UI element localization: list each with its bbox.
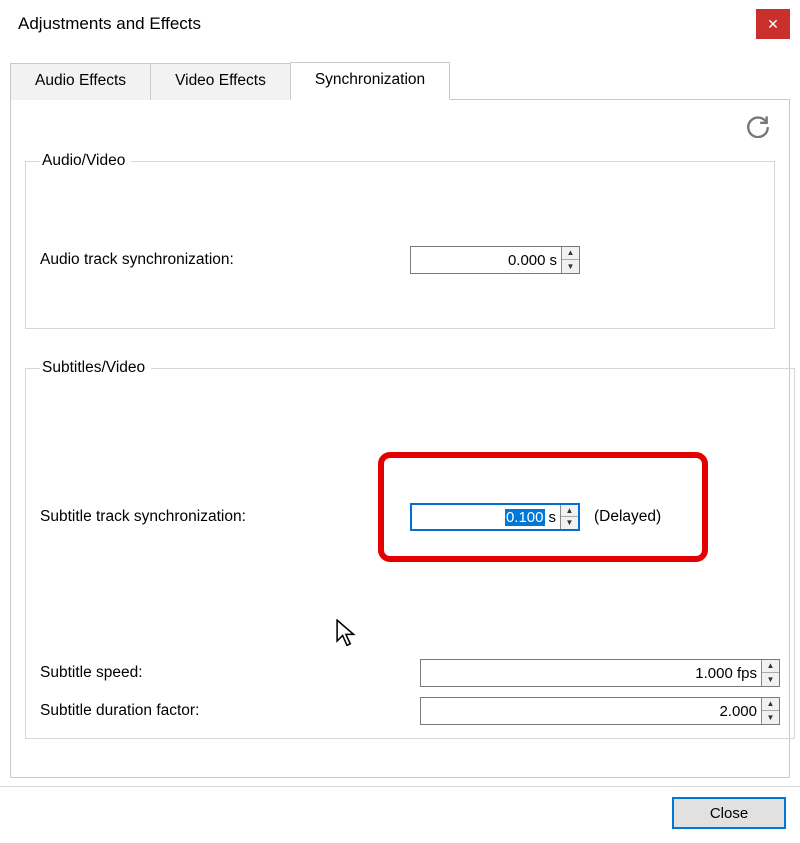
label-subtitle-track-sync: Subtitle track synchronization:	[40, 508, 410, 526]
row-subtitle-duration: Subtitle duration factor: 2.000 ▲ ▼	[40, 697, 780, 725]
spinner-value[interactable]: 0.100	[412, 505, 547, 529]
group-subtitles-video: Subtitles/Video Subtitle track synchroni…	[25, 359, 795, 739]
spinner-down-icon[interactable]: ▼	[561, 517, 578, 529]
spinner-down-icon[interactable]: ▼	[562, 260, 579, 273]
row-audio-track-sync: Audio track synchronization: 0.000 s ▲ ▼	[40, 246, 760, 274]
row-subtitle-track-sync: Subtitle track synchronization: 0.100 s …	[40, 503, 780, 531]
window-close-button[interactable]: ✕	[756, 9, 790, 39]
row-subtitle-speed: Subtitle speed: 1.000 fps ▲ ▼	[40, 659, 780, 687]
spinner-down-icon[interactable]: ▼	[762, 711, 779, 724]
spinner-value[interactable]: 0.000	[411, 247, 548, 273]
cursor-icon	[336, 619, 358, 647]
label-subtitle-speed: Subtitle speed:	[40, 664, 420, 682]
spinner-buttons: ▲ ▼	[560, 505, 578, 529]
spinner-audio-track-sync[interactable]: 0.000 s ▲ ▼	[410, 246, 580, 274]
spinner-subtitle-duration[interactable]: 2.000 ▲ ▼	[420, 697, 780, 725]
spinner-value[interactable]: 2.000	[421, 698, 761, 724]
spinner-down-icon[interactable]: ▼	[762, 673, 779, 686]
legend-audio-video: Audio/Video	[40, 152, 131, 170]
spinner-value[interactable]: 1.000 fps	[421, 660, 761, 686]
sync-panel: Audio/Video Audio track synchronization:…	[10, 100, 790, 778]
status-delayed: (Delayed)	[594, 508, 661, 526]
title-bar: Adjustments and Effects ✕	[0, 0, 800, 49]
spinner-subtitle-speed[interactable]: 1.000 fps ▲ ▼	[420, 659, 780, 687]
tab-video-effects[interactable]: Video Effects	[150, 63, 291, 100]
group-audio-video: Audio/Video Audio track synchronization:…	[25, 152, 775, 329]
label-audio-track-sync: Audio track synchronization:	[40, 251, 410, 269]
tab-bar: Audio Effects Video Effects Synchronizat…	[10, 61, 790, 100]
spinner-buttons: ▲ ▼	[761, 698, 779, 724]
close-button[interactable]: Close	[672, 797, 786, 829]
spinner-buttons: ▲ ▼	[761, 660, 779, 686]
spinner-up-icon[interactable]: ▲	[762, 698, 779, 711]
spinner-up-icon[interactable]: ▲	[561, 505, 578, 517]
tab-audio-effects[interactable]: Audio Effects	[10, 63, 151, 100]
spinner-unit: s	[547, 505, 561, 529]
window-title: Adjustments and Effects	[18, 14, 201, 34]
spinner-buttons: ▲ ▼	[561, 247, 579, 273]
tab-synchronization[interactable]: Synchronization	[290, 62, 450, 100]
spinner-subtitle-track-sync[interactable]: 0.100 s ▲ ▼	[410, 503, 580, 531]
spinner-unit: s	[548, 247, 562, 273]
dialog-footer: Close	[0, 786, 800, 829]
legend-subtitles-video: Subtitles/Video	[40, 359, 151, 377]
spinner-up-icon[interactable]: ▲	[562, 247, 579, 260]
reset-icon[interactable]	[745, 112, 771, 138]
spinner-up-icon[interactable]: ▲	[762, 660, 779, 673]
label-subtitle-duration: Subtitle duration factor:	[40, 702, 420, 720]
